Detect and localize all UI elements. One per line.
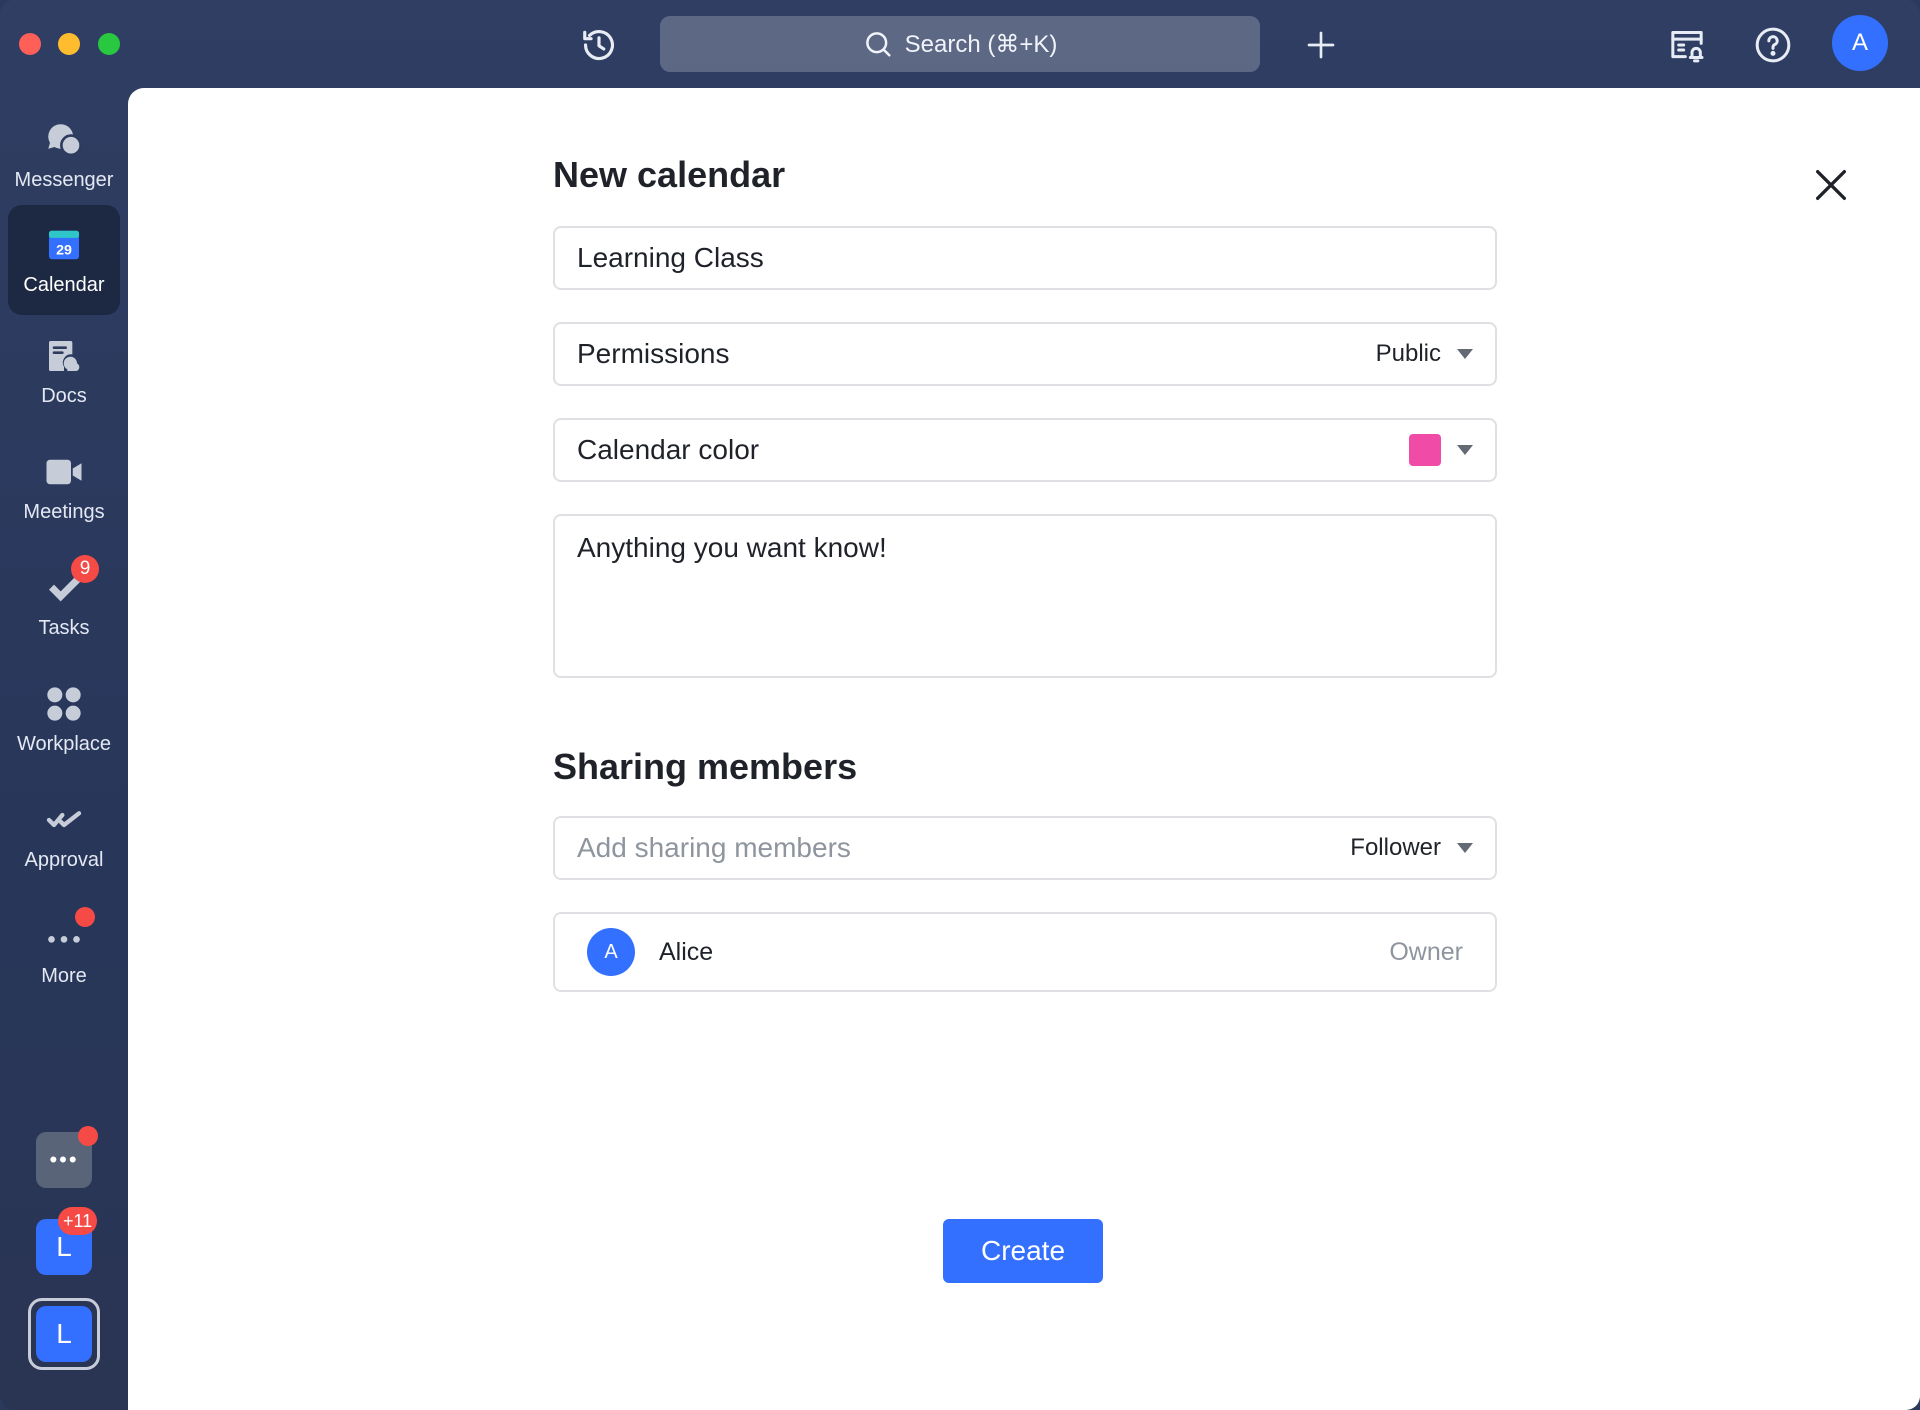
- close-panel-button[interactable]: [1804, 158, 1858, 212]
- sharing-members-title: Sharing members: [553, 746, 858, 787]
- calendar-alert-button[interactable]: [1664, 22, 1710, 68]
- member-name: Alice: [659, 937, 714, 966]
- add-sharing-members-input[interactable]: Add sharing members Follower: [553, 816, 1497, 880]
- create-button[interactable]: Create: [943, 1219, 1103, 1283]
- calendar-alert-icon: [1671, 31, 1704, 63]
- chevron-down-icon: [1457, 349, 1473, 359]
- color-swatch: [1409, 434, 1441, 466]
- permissions-label: Permissions: [577, 338, 730, 369]
- app-window: Search (⌘+K) A Messenger 29 Calendar Doc…: [0, 0, 1920, 1410]
- sidebar-item-tasks[interactable]: 9 Tasks: [8, 548, 120, 658]
- sidebar-item-calendar[interactable]: 29 Calendar: [8, 205, 120, 315]
- description-textarea[interactable]: Anything you want know!: [553, 514, 1497, 678]
- permissions-value: Public: [1375, 340, 1441, 367]
- new-calendar-panel: New calendar Learning Class Permissions …: [128, 88, 1920, 1410]
- sidebar-item-label: Workplace: [16, 732, 112, 755]
- search-bar[interactable]: Search (⌘+K): [660, 16, 1260, 72]
- page-title: New calendar: [553, 154, 786, 195]
- sidebar-item-label: Approval: [24, 848, 104, 871]
- sidebar-item-label: Calendar: [23, 273, 105, 296]
- member-row: A Alice Owner: [553, 912, 1497, 992]
- history-button[interactable]: [576, 22, 622, 68]
- member-role-select[interactable]: Follower: [1350, 834, 1441, 862]
- more-icon: [43, 906, 95, 957]
- workspace-tile-badge: +11: [58, 1207, 98, 1235]
- sidebar-item-more[interactable]: More: [8, 896, 120, 1006]
- sidebar-item-label: More: [41, 964, 87, 987]
- chevron-down-icon[interactable]: [1457, 843, 1473, 853]
- more-apps-dot: [78, 1126, 98, 1146]
- calendar-color-label: Calendar color: [577, 434, 760, 465]
- tasks-icon: 9: [43, 554, 99, 609]
- sidebar-item-messenger[interactable]: Messenger: [8, 100, 120, 210]
- sidebar-item-label: Docs: [41, 384, 87, 407]
- sidebar-item-meetings[interactable]: Meetings: [8, 432, 120, 542]
- sidebar-item-label: Messenger: [14, 168, 114, 191]
- sidebar-item-approval[interactable]: Approval: [8, 780, 120, 890]
- workspace-tile-l[interactable]: L +11: [36, 1207, 98, 1275]
- search-icon: [865, 32, 891, 57]
- search-label: Search (⌘+K): [904, 30, 1058, 58]
- member-avatar: A: [587, 928, 635, 976]
- approval-icon: [43, 799, 85, 841]
- help-button[interactable]: [1750, 22, 1796, 68]
- sidebar-item-label: Tasks: [38, 616, 90, 639]
- calendar-date: 29: [56, 242, 72, 258]
- more-apps-tile[interactable]: •••: [36, 1126, 98, 1188]
- current-workspace-tile[interactable]: L: [36, 1306, 92, 1362]
- description-value: Anything you want know!: [577, 532, 887, 563]
- tasks-badge: 9: [71, 554, 99, 583]
- calendar-name-input[interactable]: Learning Class: [553, 226, 1497, 290]
- calendar-icon: 29: [43, 224, 85, 266]
- calendar-name-value: Learning Class: [577, 242, 764, 273]
- sidebar-item-workplace[interactable]: Workplace: [8, 664, 120, 774]
- current-workspace-letter: L: [56, 1318, 72, 1349]
- workplace-icon: [43, 683, 85, 725]
- add-members-placeholder: Add sharing members: [577, 832, 851, 863]
- user-avatar[interactable]: A: [1832, 15, 1888, 71]
- help-icon: [1755, 27, 1791, 63]
- more-apps-label: •••: [49, 1147, 79, 1172]
- minimize-window-button[interactable]: [58, 33, 80, 55]
- calendar-color-select[interactable]: Calendar color: [553, 418, 1497, 482]
- more-notification-dot: [75, 906, 95, 927]
- close-icon: [1816, 170, 1846, 200]
- title-bar: Search (⌘+K) A: [0, 0, 1920, 88]
- member-role: Owner: [1389, 937, 1463, 966]
- sidebar-item-label: Meetings: [23, 500, 105, 523]
- sidebar-item-docs[interactable]: Docs: [8, 316, 120, 426]
- permissions-select[interactable]: Permissions Public: [553, 322, 1497, 386]
- sidebar: Messenger 29 Calendar Docs Meetings 9 Ta…: [0, 88, 128, 1410]
- maximize-window-button[interactable]: [98, 33, 120, 55]
- history-icon: [583, 30, 615, 61]
- docs-icon: [43, 335, 85, 377]
- chevron-down-icon: [1457, 445, 1473, 455]
- plus-icon: [1307, 31, 1335, 59]
- workspace-tile-letter: L: [56, 1231, 72, 1262]
- close-window-button[interactable]: [19, 33, 41, 55]
- new-button[interactable]: [1298, 22, 1344, 68]
- video-icon: [43, 451, 85, 493]
- messenger-icon: [43, 119, 85, 161]
